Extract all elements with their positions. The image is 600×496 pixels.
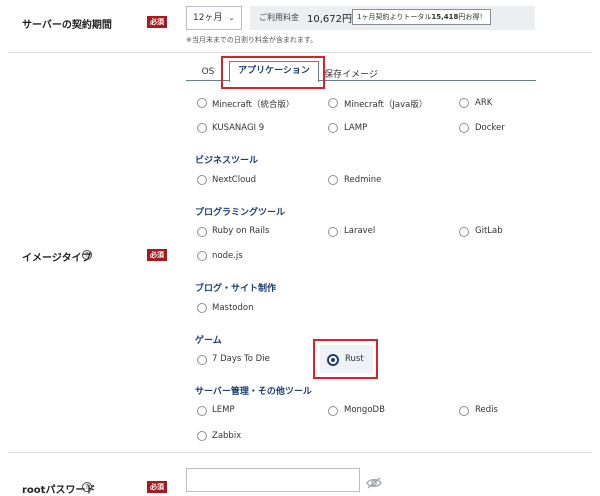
category-title: ブログ・サイト制作 bbox=[195, 284, 277, 294]
promo-prefix: 1ヶ月契約よりトータル bbox=[357, 13, 432, 21]
promo-amount: 15,418 bbox=[431, 13, 459, 21]
fee-value: 10,672円 bbox=[307, 14, 352, 25]
radio-redis[interactable] bbox=[459, 406, 469, 416]
contract-period-value: 12ヶ月 bbox=[193, 13, 223, 23]
highlight-box-application-tab bbox=[221, 56, 325, 89]
root-password-input[interactable] bbox=[186, 468, 360, 492]
category-title: ゲーム bbox=[195, 336, 222, 346]
option-label: NextCloud bbox=[212, 175, 257, 185]
price-summary: ご利用料金 10,672円 1ヶ月契約よりトータル15,418円お得！ bbox=[250, 6, 535, 30]
tab-os[interactable]: OS bbox=[193, 67, 223, 77]
option-label: ARK bbox=[475, 98, 493, 108]
fee-label: ご利用料金 bbox=[259, 13, 299, 22]
category-title: ビジネスツール bbox=[195, 156, 259, 166]
divider bbox=[8, 52, 592, 53]
radio-gitlab[interactable] bbox=[459, 227, 469, 237]
option-label: Redis bbox=[475, 405, 498, 415]
radio-mastodon[interactable] bbox=[197, 303, 207, 313]
radio-nodejs[interactable] bbox=[197, 251, 207, 261]
radio-lamp[interactable] bbox=[328, 123, 338, 133]
radio-redmine[interactable] bbox=[328, 175, 338, 185]
divider bbox=[8, 452, 592, 453]
option-label: LAMP bbox=[344, 123, 368, 133]
option-label: Minecraft（Java版） bbox=[344, 100, 428, 110]
option-label: LEMP bbox=[212, 405, 235, 415]
radio-ruby-on-rails[interactable] bbox=[197, 227, 207, 237]
radio-lemp[interactable] bbox=[197, 406, 207, 416]
tab-saved-image[interactable]: 保存イメージ bbox=[323, 67, 379, 80]
option-label: Docker bbox=[475, 123, 505, 133]
option-label: KUSANAGI 9 bbox=[212, 123, 265, 133]
option-label: Minecraft（統合版） bbox=[212, 100, 295, 110]
option-label: Zabbix bbox=[212, 431, 242, 441]
category-title: サーバー管理・その他ツール bbox=[195, 387, 312, 397]
radio-docker[interactable] bbox=[459, 123, 469, 133]
chevron-down-icon: ⌄ bbox=[228, 13, 235, 22]
option-label: Redmine bbox=[344, 175, 382, 185]
proration-note: ※当月末までの日割り料金が含まれます。 bbox=[186, 36, 318, 44]
option-label: Ruby on Rails bbox=[212, 226, 270, 236]
radio-7-days-to-die[interactable] bbox=[197, 355, 207, 365]
radio-minecraft-bedrock[interactable] bbox=[197, 98, 207, 108]
help-icon[interactable]: ? bbox=[82, 250, 92, 260]
option-label: MongoDB bbox=[344, 405, 385, 415]
option-label: Laravel bbox=[344, 226, 376, 236]
radio-nextcloud[interactable] bbox=[197, 175, 207, 185]
highlight-box-rust bbox=[313, 339, 378, 379]
help-icon[interactable]: ? bbox=[82, 482, 92, 492]
radio-ark[interactable] bbox=[459, 98, 469, 108]
option-label: node.js bbox=[212, 251, 243, 261]
required-badge: 必須 bbox=[147, 481, 167, 493]
radio-zabbix[interactable] bbox=[197, 431, 207, 441]
promo-badge: 1ヶ月契約よりトータル15,418円お得！ bbox=[352, 9, 491, 25]
required-badge: 必須 bbox=[147, 16, 167, 28]
radio-minecraft-java[interactable] bbox=[328, 98, 338, 108]
contract-period-select[interactable]: 12ヶ月 ⌄ bbox=[186, 6, 242, 30]
category-title: プログラミングツール bbox=[195, 208, 286, 218]
option-label: GitLab bbox=[475, 226, 503, 236]
required-badge: 必須 bbox=[147, 249, 167, 261]
option-label: 7 Days To Die bbox=[212, 354, 270, 364]
radio-mongodb[interactable] bbox=[328, 406, 338, 416]
image-type-label: イメージタイプ bbox=[22, 253, 92, 264]
radio-kusanagi[interactable] bbox=[197, 123, 207, 133]
contract-period-label: サーバーの契約期間 bbox=[22, 20, 112, 31]
option-label: Mastodon bbox=[212, 303, 254, 313]
eye-slash-icon[interactable] bbox=[366, 474, 382, 489]
radio-laravel[interactable] bbox=[328, 227, 338, 237]
promo-suffix: 円お得！ bbox=[458, 13, 487, 21]
